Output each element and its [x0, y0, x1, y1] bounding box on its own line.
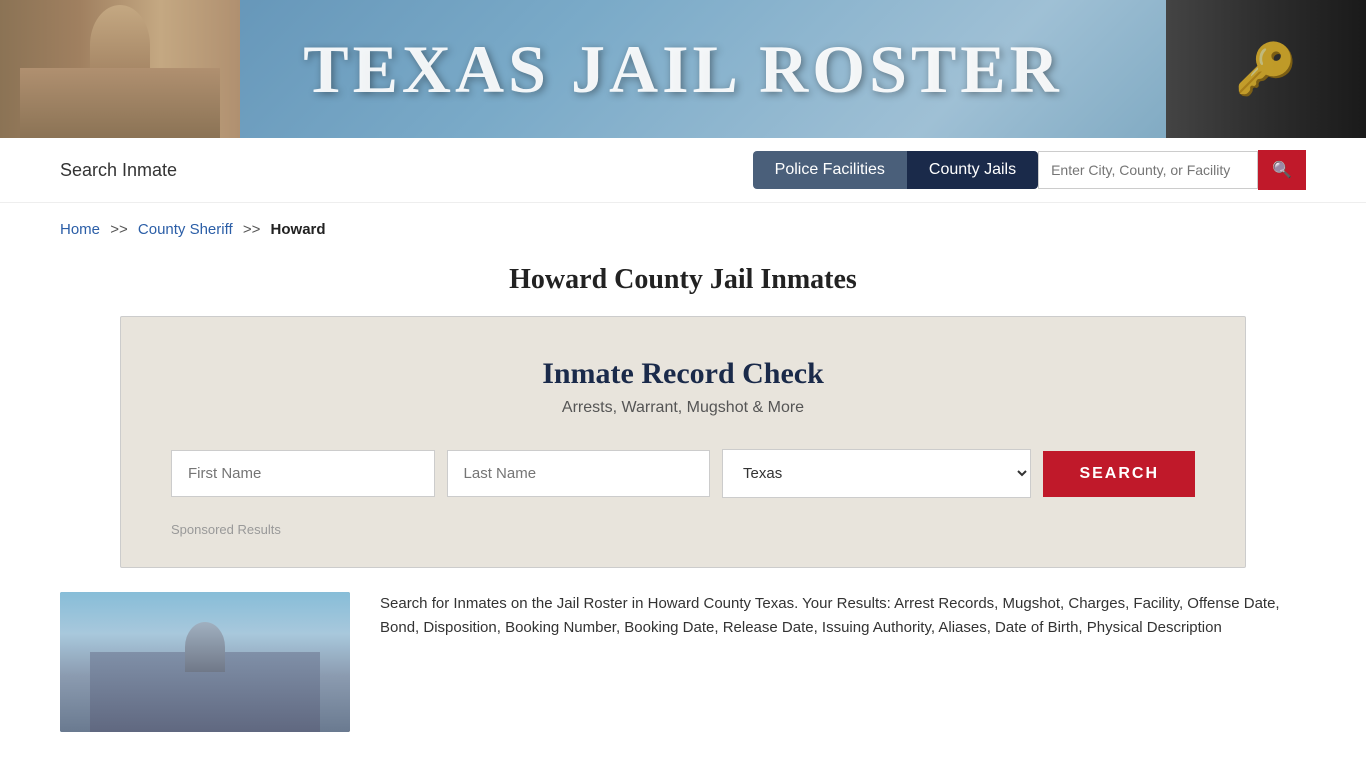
banner-capitol-image	[0, 0, 240, 138]
state-select[interactable]: AlabamaAlaskaArizonaArkansasCaliforniaCo…	[722, 449, 1031, 498]
page-title: Howard County Jail Inmates	[0, 248, 1366, 316]
first-name-input[interactable]	[171, 450, 435, 497]
building-illustration	[60, 592, 350, 732]
search-icon: 🔍	[1272, 162, 1292, 179]
banner-title: Texas Jail Roster	[303, 30, 1063, 109]
record-check-subtitle: Arrests, Warrant, Mugshot & More	[171, 399, 1195, 417]
facility-search-button[interactable]: 🔍	[1258, 150, 1306, 190]
breadcrumb-sep-2: >>	[243, 221, 261, 238]
record-check-title: Inmate Record Check	[171, 357, 1195, 391]
police-facilities-button[interactable]: Police Facilities	[753, 151, 907, 189]
nav-right: Police Facilities County Jails 🔍	[753, 150, 1306, 190]
nav-bar: Search Inmate Police Facilities County J…	[0, 138, 1366, 203]
header-banner: Texas Jail Roster	[0, 0, 1366, 138]
breadcrumb-current: Howard	[271, 221, 326, 238]
record-check-box: Inmate Record Check Arrests, Warrant, Mu…	[120, 316, 1246, 568]
bottom-section: Search for Inmates on the Jail Roster in…	[0, 568, 1366, 756]
facility-search-input[interactable]	[1038, 151, 1258, 189]
banner-keys-image	[1166, 0, 1366, 138]
breadcrumb-sep-1: >>	[110, 221, 128, 238]
breadcrumb-home[interactable]: Home	[60, 221, 100, 238]
last-name-input[interactable]	[447, 450, 711, 497]
sponsored-results-label: Sponsored Results	[171, 522, 1195, 537]
bottom-description-text: Search for Inmates on the Jail Roster in…	[380, 592, 1306, 640]
breadcrumb-county-sheriff[interactable]: County Sheriff	[138, 221, 233, 238]
county-jails-button[interactable]: County Jails	[907, 151, 1038, 189]
bottom-building-image	[60, 592, 350, 732]
record-search-button[interactable]: SEARCH	[1043, 451, 1195, 497]
record-form: AlabamaAlaskaArizonaArkansasCaliforniaCo…	[171, 449, 1195, 498]
breadcrumb: Home >> County Sheriff >> Howard	[0, 203, 1366, 248]
search-inmate-label: Search Inmate	[60, 160, 177, 181]
